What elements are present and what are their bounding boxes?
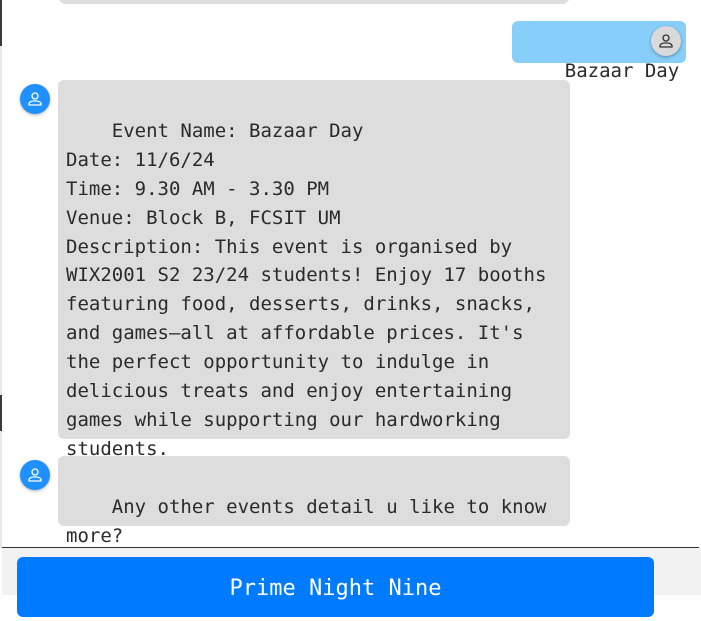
bot-avatar: [20, 84, 50, 114]
person-icon: [659, 34, 673, 48]
previous-message-bubble: [58, 0, 570, 4]
user-avatar: [651, 26, 681, 56]
person-icon: [28, 468, 42, 482]
person-icon: [28, 92, 42, 106]
bot-followup-bubble: Any other events detail u like to know m…: [58, 456, 570, 547]
event-option-button[interactable]: Prime Night Nine: [17, 557, 654, 617]
bot-event-details-bubble: Event Name: Bazaar Day Date: 11/6/24 Tim…: [58, 80, 570, 460]
bot-avatar: [20, 460, 50, 490]
user-message-text: Bazaar Day: [564, 60, 680, 82]
event-option-label: Prime Night Nine: [229, 576, 442, 601]
bot-followup-text: Any other events detail u like to know m…: [66, 495, 547, 547]
chat-area[interactable]: Bazaar Day Event Name: Bazaar Day Date: …: [0, 0, 699, 548]
bot-event-details-text: Event Name: Bazaar Day Date: 11/6/24 Tim…: [66, 119, 547, 460]
